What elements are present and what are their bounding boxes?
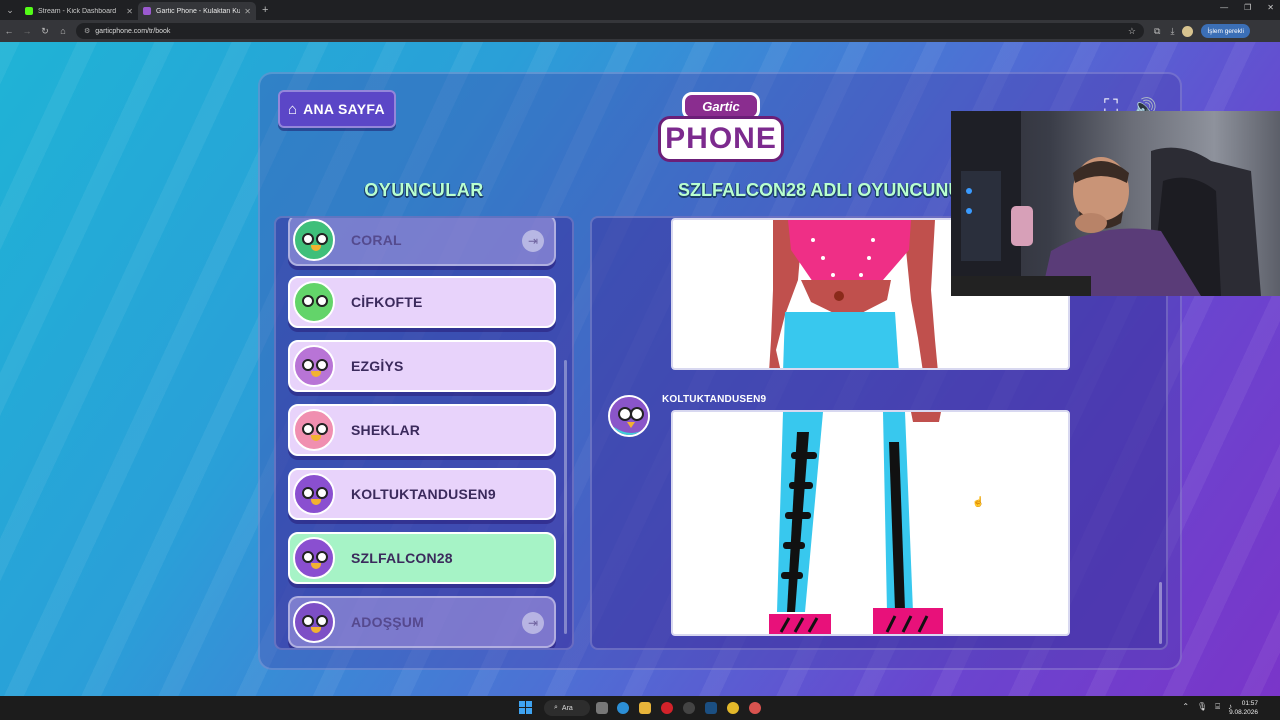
chrome-icon[interactable] (727, 702, 739, 714)
network-icon[interactable]: ⌸ (1215, 702, 1220, 712)
player-name: KOLTUKTANDUSEN9 (351, 486, 496, 502)
mic-icon[interactable]: 🎙 (1197, 702, 1207, 712)
window-controls: — ❐ ✕ (1220, 3, 1274, 12)
tab-gartic-phone[interactable]: Gartic Phone - Kulaktan Kulağa ✕ (138, 2, 256, 20)
player-row-adossum[interactable]: ADOŞŞUM ⇥ (288, 596, 556, 648)
address-bar[interactable]: ⚙ garticphone.com/tr/book ☆ (76, 23, 1144, 39)
player-name: CİFKOFTE (351, 294, 423, 310)
player-left-icon: ⇥ (522, 230, 544, 252)
app-icon[interactable] (749, 702, 761, 714)
player-avatar (293, 281, 335, 323)
player-left-icon: ⇥ (522, 612, 544, 634)
browser-tab-bar: ⌄ Stream - Kick Dashboard ✕ Gartic Phone… (0, 0, 1280, 20)
opera-icon[interactable] (661, 702, 673, 714)
downloads-icon[interactable]: ⤓ (1170, 26, 1174, 37)
gartic-favicon-icon (143, 7, 151, 15)
minimize-icon[interactable]: — (1220, 3, 1228, 12)
player-row-koltuktandusen9[interactable]: KOLTUKTANDUSEN9 (288, 468, 556, 520)
close-tab-icon[interactable]: ✕ (244, 7, 251, 16)
player-name: CORAL (351, 232, 402, 248)
home-icon[interactable]: ⌂ (54, 26, 72, 36)
player-avatar (293, 473, 335, 515)
taskbar-clock[interactable]: 01:57 9.08.2026 (1229, 699, 1258, 717)
steam-icon[interactable] (705, 702, 717, 714)
back-icon[interactable]: ← (0, 26, 18, 36)
restore-icon[interactable]: ❐ (1244, 3, 1251, 12)
file-explorer-icon[interactable] (639, 702, 651, 714)
taskbar-search-label: Ara (561, 704, 573, 712)
edge-icon[interactable] (617, 702, 629, 714)
windows-taskbar: ⌕ Ara ⌃ 🎙 ⌸ ♪ 01:57 9.08.2026 (0, 696, 1280, 720)
gartic-phone-logo: Gartic PHONE (658, 92, 784, 168)
bookmark-star-icon[interactable]: ☆ (1128, 26, 1136, 37)
hand-cursor-icon: ☝ (972, 497, 985, 508)
forward-icon[interactable]: → (18, 26, 36, 36)
players-panel[interactable]: CORAL ⇥ CİFKOFTE EZGİYS SHEKLAR KOLTUKTA… (274, 216, 574, 650)
player-avatar (293, 345, 335, 387)
player-name: SZLFALCON28 (351, 550, 453, 566)
players-scrollbar[interactable] (564, 360, 567, 634)
entry-author-avatar (608, 395, 650, 437)
reload-icon[interactable]: ↻ (36, 26, 54, 37)
player-avatar (293, 409, 335, 451)
player-name: EZGİYS (351, 358, 404, 374)
house-icon: ⌂ (288, 100, 298, 118)
album-drawing-2 (671, 410, 1070, 636)
obs-icon[interactable] (683, 702, 695, 714)
entry-author-name: KOLTUKTANDUSEN9 (662, 394, 767, 405)
close-tab-icon[interactable]: ✕ (126, 7, 133, 16)
url-text: garticphone.com/tr/book (95, 27, 171, 35)
game-page: ⌂ ANA SAYFA Gartic PHONE ⛶ 🔊 OYUNCULAR S… (0, 42, 1280, 696)
player-row-ezgiys[interactable]: EZGİYS (288, 340, 556, 392)
player-row-sheklar[interactable]: SHEKLAR (288, 404, 556, 456)
player-name: SHEKLAR (351, 422, 421, 438)
player-name: ADOŞŞUM (351, 614, 424, 630)
webcam-scene (951, 111, 1261, 296)
player-row-cifkofte[interactable]: CİFKOFTE (288, 276, 556, 328)
players-heading: OYUNCULAR (364, 180, 484, 200)
logo-main-text: PHONE (658, 116, 784, 162)
extensions-icon[interactable]: ⧉ (1154, 26, 1160, 37)
player-row-coral[interactable]: CORAL ⇥ (288, 218, 556, 266)
tab-title: Gartic Phone - Kulaktan Kulağa (156, 7, 241, 15)
home-button-label: ANA SAYFA (303, 101, 385, 117)
kick-favicon-icon (25, 7, 33, 15)
player-avatar (293, 601, 335, 643)
system-tray: ⌃ 🎙 ⌸ ♪ (1182, 702, 1232, 712)
site-info-icon[interactable]: ⚙ (84, 27, 90, 35)
profile-action-button[interactable]: İşlem gerekli (1201, 24, 1250, 38)
player-avatar (293, 537, 335, 579)
drawing-legs (769, 412, 943, 634)
webcam-overlay (951, 111, 1280, 296)
new-tab-icon[interactable]: + (262, 4, 268, 16)
tab-search-icon[interactable]: ⌄ (0, 0, 20, 20)
tab-title: Stream - Kick Dashboard (38, 7, 117, 15)
clock-time: 01:57 (1241, 700, 1258, 707)
home-button[interactable]: ⌂ ANA SAYFA (278, 90, 396, 128)
profile-avatar[interactable] (1182, 25, 1194, 37)
close-window-icon[interactable]: ✕ (1267, 3, 1274, 12)
task-view-icon[interactable] (596, 702, 608, 714)
album-heading: SZLFALCON28 ADLI OYUNCUNUN ALBÜMÜ (678, 180, 968, 200)
search-icon: ⌕ (554, 704, 558, 711)
taskbar-search[interactable]: ⌕ Ara (544, 700, 590, 716)
browser-toolbar: ← → ↻ ⌂ ⚙ garticphone.com/tr/book ☆ ⧉ ⤓ … (0, 20, 1280, 42)
album-scrollbar[interactable] (1159, 582, 1162, 644)
chevron-up-icon[interactable]: ⌃ (1182, 702, 1189, 712)
tab-kick-dashboard[interactable]: Stream - Kick Dashboard ✕ (20, 2, 138, 20)
clock-date: 9.08.2026 (1229, 709, 1258, 716)
player-row-szlfalcon28[interactable]: SZLFALCON28 (288, 532, 556, 584)
windows-start-icon[interactable] (519, 701, 532, 714)
player-avatar (293, 219, 335, 261)
